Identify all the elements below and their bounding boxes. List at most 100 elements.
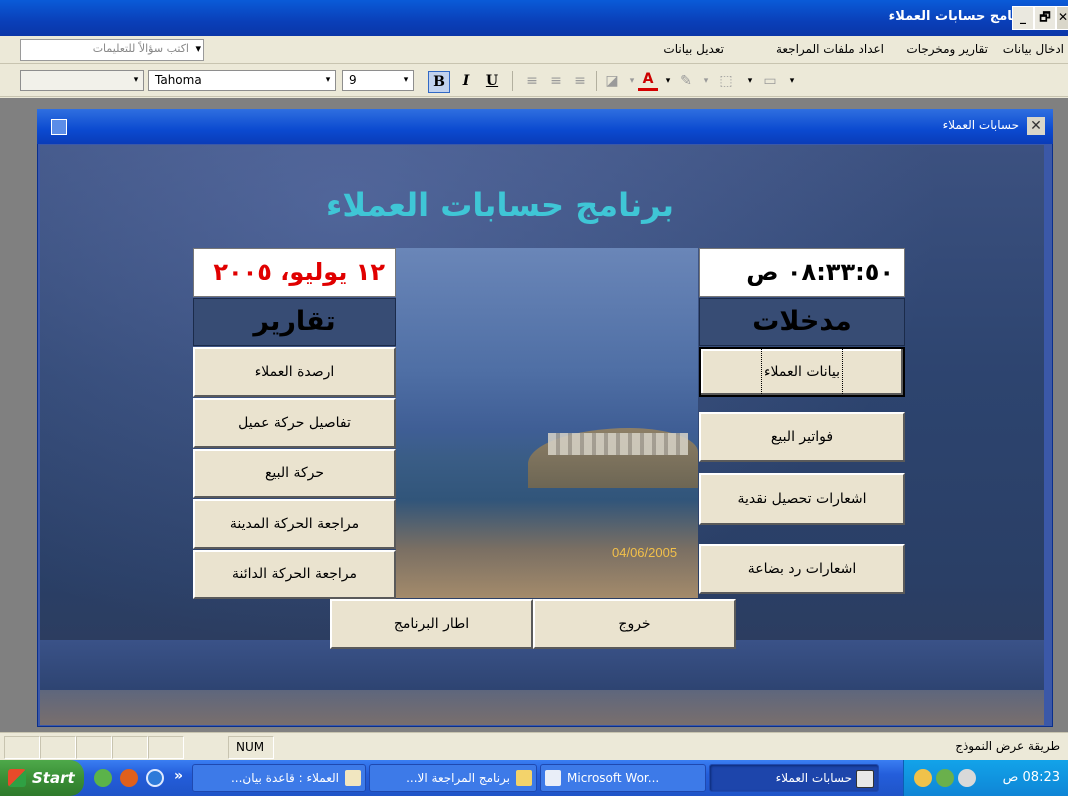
status-bar: NUM طريقة عرض النموذج (0, 732, 1068, 760)
start-label: Start (32, 769, 75, 787)
word-icon (545, 770, 561, 786)
customer-data-button[interactable]: بيانات العملاء (699, 347, 905, 397)
formatting-toolbar: ▾ Tahoma ▾ 9 ▾ B I U ≡ ≡ ≡ ◪ ▾ A ▾ ✎ ▾ ⬚… (0, 65, 1068, 97)
font-size-select[interactable]: 9 ▾ (342, 70, 414, 91)
system-tray: 08:23 ص (903, 760, 1068, 796)
folder-icon (516, 770, 532, 786)
chevron-down-icon[interactable]: ▾ (740, 71, 760, 91)
close-button[interactable]: ✕ (1056, 6, 1068, 30)
sales-invoices-button[interactable]: فواتير البيع (699, 412, 905, 462)
windows-logo-icon (8, 769, 26, 787)
more-tasks-chevron[interactable]: » (174, 768, 183, 784)
form-window-title: حسابات العملاء (942, 118, 1019, 132)
underline-button[interactable]: U (482, 71, 502, 91)
chevron-down-icon[interactable]: ▾ (129, 71, 143, 90)
customer-balances-button[interactable]: ارصدة العملاء (193, 347, 396, 397)
form-close-icon[interactable]: ✕ (1027, 117, 1045, 135)
status-cell (76, 736, 112, 759)
access-icon (345, 770, 361, 786)
menu-edit-data[interactable]: تعديل بيانات (663, 42, 724, 56)
taskbar-clock: 08:23 ص (1002, 770, 1060, 785)
line-color-icon[interactable]: ✎ (676, 71, 696, 91)
photo-date-stamp: 04/06/2005 (612, 545, 678, 560)
chevron-down-icon[interactable]: ▾ (399, 71, 413, 90)
date-display: ١٢ يوليو، ٢٠٠٥ (193, 248, 396, 297)
help-question-placeholder: اكتب سؤالاً للتعليمات (92, 42, 189, 55)
align-right-icon[interactable]: ≡ (570, 71, 590, 91)
customer-movement-details-button[interactable]: تفاصيل حركة عميل (193, 398, 396, 448)
line-width-icon[interactable]: ▭ (760, 71, 780, 91)
menu-reports[interactable]: تقارير ومخرجات (906, 42, 988, 56)
media-player-icon[interactable] (120, 769, 138, 787)
sales-movement-button[interactable]: حركة البيع (193, 449, 396, 498)
exit-label: خروج (618, 616, 651, 632)
minimize-button[interactable]: _ (1012, 6, 1034, 30)
taskbar-item-access-db[interactable]: العملاء : قاعدة بيان... (192, 764, 366, 792)
customer-balances-label: ارصدة العملاء (254, 364, 335, 380)
taskbar-item-label: برنامج المراجعة الا... (406, 771, 510, 785)
start-button[interactable]: Start (0, 760, 84, 796)
form-icon (856, 770, 874, 788)
num-lock-indicator: NUM (236, 740, 265, 754)
browser-icon[interactable] (146, 769, 164, 787)
form-icon[interactable] (51, 119, 67, 135)
status-cell (112, 736, 148, 759)
customer-movement-details-label: تفاصيل حركة عميل (238, 415, 351, 431)
messenger-icon[interactable] (94, 769, 112, 787)
program-frame-label: اطار البرنامج (393, 616, 470, 632)
chevron-down-icon[interactable]: ▾ (658, 71, 678, 91)
cash-collection-notices-button[interactable]: اشعارات تحصيل نقدية (699, 473, 905, 525)
volume-icon[interactable] (958, 769, 976, 787)
app-window-title: برنامج حسابات العملاء (888, 9, 1030, 24)
customer-data-label: بيانات العملاء (760, 348, 844, 396)
chevron-down-icon[interactable]: ▾ (696, 71, 716, 91)
form-heading: برنامج حسابات العملاء (325, 186, 675, 224)
network-icon[interactable] (936, 769, 954, 787)
font-name-value: Tahoma (155, 73, 202, 87)
debit-review-label: مراجعة الحركة المدينة (229, 516, 360, 532)
windows-taskbar: Start » العملاء : قاعدة بيان... برنامج ا… (0, 760, 1068, 796)
program-frame-button[interactable]: اطار البرنامج (330, 599, 533, 649)
chevron-down-icon[interactable]: ▾ (782, 71, 802, 91)
toolbar-separator (596, 71, 597, 91)
fill-color-icon[interactable]: ◪ (602, 71, 622, 91)
goods-return-notices-button[interactable]: اشعارات رد بضاعة (699, 544, 905, 594)
credit-review-label: مراجعة الحركة الدائنة (231, 566, 358, 582)
credit-review-button[interactable]: مراجعة الحركة الدائنة (193, 550, 396, 599)
object-select[interactable]: ▾ (20, 70, 144, 91)
security-icon[interactable] (914, 769, 932, 787)
bold-button[interactable]: B (428, 71, 450, 93)
status-text: طريقة عرض النموذج (955, 739, 1060, 753)
border-icon[interactable]: ⬚ (716, 71, 736, 91)
sales-invoices-label: فواتير البيع (770, 429, 834, 445)
font-name-select[interactable]: Tahoma ▾ (148, 70, 336, 91)
help-question-box[interactable]: ▾ اكتب سؤالاً للتعليمات (20, 39, 204, 61)
taskbar-item-folder[interactable]: برنامج المراجعة الا... (369, 764, 537, 792)
beach-photo: 04/06/2005 (396, 248, 698, 598)
chevron-down-icon[interactable]: ▾ (321, 71, 335, 90)
chevron-down-icon[interactable]: ▾ (195, 40, 201, 58)
italic-button[interactable]: I (456, 71, 476, 91)
reports-header: تقارير (193, 298, 396, 346)
sales-movement-label: حركة البيع (264, 465, 325, 481)
taskbar-item-label: Microsoft Wor... (567, 771, 660, 785)
app-title-bar: برنامج حسابات العملاء _ 🗗 ✕ (0, 0, 1068, 36)
taskbar-item-customer-accounts[interactable]: حسابات العملاء (709, 764, 879, 792)
status-cell (148, 736, 184, 759)
font-color-icon[interactable]: A (638, 71, 658, 91)
taskbar-item-label: العملاء : قاعدة بيان... (230, 771, 339, 785)
exit-button[interactable]: خروج (533, 599, 736, 649)
toolbar-separator (512, 71, 513, 91)
debit-review-button[interactable]: مراجعة الحركة المدينة (193, 499, 396, 549)
align-left-icon[interactable]: ≡ (522, 71, 542, 91)
taskbar-item-word[interactable]: Microsoft Wor... (540, 764, 706, 792)
taskbar-item-label: حسابات العملاء (775, 771, 852, 785)
menu-audit-files[interactable]: اعداد ملفات المراجعة (776, 42, 884, 56)
restore-button[interactable]: 🗗 (1034, 6, 1056, 30)
menu-data-entry[interactable]: ادخال بيانات (1003, 42, 1064, 56)
align-center-icon[interactable]: ≡ (546, 71, 566, 91)
status-cell (4, 736, 40, 759)
menu-bar: ادخال بيانات تقارير ومخرجات اعداد ملفات … (0, 36, 1068, 64)
form-title-bar: حسابات العملاء ✕ (37, 109, 1053, 144)
time-display: ٠٨:٣٣:٥٠ ص (699, 248, 905, 297)
